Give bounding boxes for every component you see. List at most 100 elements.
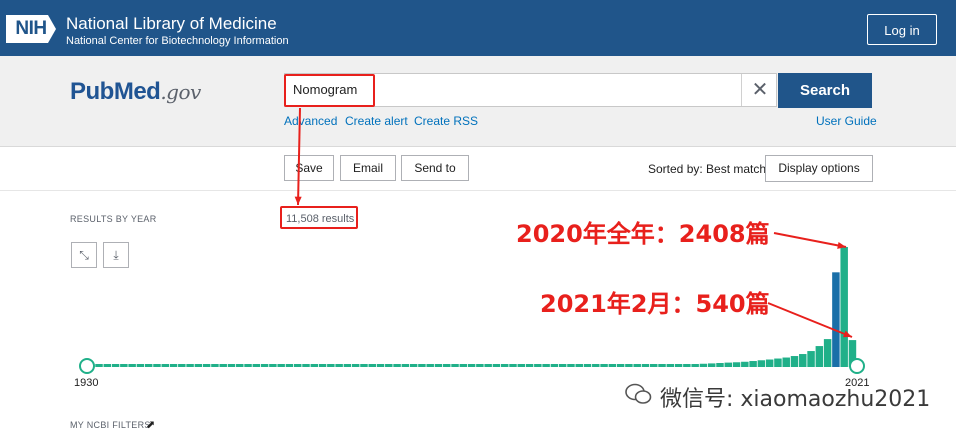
year-bar[interactable] [244, 364, 252, 367]
year-bar[interactable] [426, 364, 434, 367]
year-bar[interactable] [625, 364, 633, 367]
year-bar[interactable] [732, 362, 741, 367]
year-bar[interactable] [699, 363, 708, 367]
annotation-2021-feb: 2021年2月：540篇 [540, 290, 770, 318]
year-bar[interactable] [103, 364, 112, 367]
year-bar[interactable] [592, 364, 600, 367]
year-bar[interactable] [476, 364, 484, 367]
year-bar[interactable] [293, 364, 302, 367]
year-bar[interactable] [252, 364, 261, 367]
year-bar[interactable] [500, 364, 509, 367]
year-bar[interactable] [310, 364, 319, 367]
year-bar[interactable] [741, 361, 749, 367]
year-bar[interactable] [467, 364, 476, 367]
range-end-handle[interactable] [849, 358, 865, 374]
year-bar[interactable] [376, 364, 385, 367]
year-bar[interactable] [799, 354, 807, 367]
year-bar[interactable] [683, 364, 691, 367]
year-bar[interactable] [285, 364, 294, 367]
year-bar[interactable] [600, 364, 608, 367]
year-bar[interactable] [509, 364, 517, 367]
year-bar[interactable] [219, 364, 227, 367]
year-bar[interactable] [567, 364, 575, 367]
annotation-2020: 2020年全年：2408篇 [516, 220, 770, 248]
year-bar[interactable] [583, 364, 592, 367]
year-bar[interactable] [443, 364, 451, 367]
year-bar[interactable] [144, 364, 153, 367]
year-bar[interactable] [360, 364, 368, 367]
year-bar[interactable] [236, 364, 244, 367]
year-bar[interactable] [534, 364, 542, 367]
year-bar[interactable] [178, 364, 186, 367]
year-bar[interactable] [418, 364, 426, 367]
count-arrow [294, 107, 302, 206]
year-bar[interactable] [558, 364, 567, 367]
year-bar[interactable] [608, 364, 617, 367]
year-bar[interactable] [492, 364, 501, 367]
year-bar[interactable] [318, 364, 327, 367]
year-bar[interactable] [136, 364, 145, 367]
year-bar[interactable] [260, 364, 269, 367]
year-bar[interactable] [716, 363, 724, 367]
results-by-year-chart [79, 107, 865, 374]
year-bar[interactable] [186, 364, 194, 367]
year-bar[interactable] [517, 364, 526, 367]
year-bar[interactable] [202, 364, 211, 367]
year-bar[interactable] [774, 358, 782, 367]
year-bar[interactable] [111, 364, 120, 367]
year-bar[interactable] [550, 364, 559, 367]
my-ncbi-filters-label: MY NCBI FILTERS [70, 420, 151, 430]
wechat-icon [625, 383, 652, 404]
external-link-icon[interactable]: ⬈ [146, 418, 155, 431]
year-bar[interactable] [823, 339, 832, 367]
year-bar[interactable] [393, 364, 401, 367]
year-bar[interactable] [227, 364, 236, 367]
year-bar[interactable] [169, 364, 178, 367]
year-bar[interactable] [161, 364, 169, 367]
year-bar[interactable] [194, 364, 203, 367]
year-bar[interactable] [269, 364, 277, 367]
year-bar[interactable] [666, 364, 675, 367]
year-bar[interactable] [815, 346, 824, 367]
year-bar[interactable] [484, 364, 492, 367]
year-bar[interactable] [128, 364, 136, 367]
year-bar[interactable] [153, 364, 161, 367]
year-bar[interactable] [633, 364, 641, 367]
year-bar[interactable] [707, 363, 716, 367]
year-bar[interactable] [302, 364, 310, 367]
year-bar[interactable] [691, 364, 699, 367]
year-bar[interactable] [385, 364, 393, 367]
year-bar[interactable] [327, 364, 335, 367]
year-bar[interactable] [120, 364, 128, 367]
year-bar[interactable] [840, 247, 848, 367]
year-bar[interactable] [658, 364, 666, 367]
year-bar[interactable] [575, 364, 583, 367]
year-bar[interactable] [807, 351, 815, 367]
year-bar[interactable] [832, 272, 840, 367]
year-bar[interactable] [525, 364, 534, 367]
year-bar[interactable] [757, 360, 766, 367]
year-bar[interactable] [459, 364, 468, 367]
year-bar[interactable] [724, 362, 733, 367]
year-bar[interactable] [650, 364, 658, 367]
year-bar[interactable] [616, 364, 625, 367]
year-bar[interactable] [277, 364, 285, 367]
year-bar[interactable] [351, 364, 360, 367]
range-start-handle[interactable] [79, 358, 95, 374]
year-bar[interactable] [211, 364, 219, 367]
year-bar[interactable] [641, 364, 650, 367]
year-bar[interactable] [409, 364, 418, 367]
year-bar[interactable] [451, 364, 459, 367]
year-bar[interactable] [95, 364, 103, 367]
year-bar[interactable] [765, 359, 774, 367]
year-bar[interactable] [401, 364, 410, 367]
year-bar[interactable] [343, 364, 352, 367]
year-bar[interactable] [335, 364, 343, 367]
year-bar[interactable] [674, 364, 683, 367]
year-bar[interactable] [749, 361, 757, 367]
year-bar[interactable] [542, 364, 550, 367]
year-bar[interactable] [434, 364, 443, 367]
year-bar[interactable] [790, 356, 799, 367]
year-bar[interactable] [782, 357, 790, 367]
year-bar[interactable] [368, 364, 376, 367]
